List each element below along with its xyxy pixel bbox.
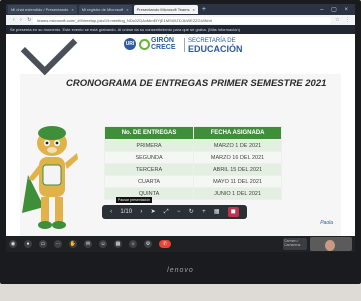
- table-row: SEGUNDA MARZO 16 DEL 2021: [103, 151, 282, 164]
- column-header: FECHA ASIGNADA: [193, 126, 282, 140]
- recording-banner: Se presenta en su momento. Este evento s…: [6, 25, 355, 34]
- delivery-number: CUARTA: [103, 175, 195, 188]
- close-icon[interactable]: ×: [126, 7, 128, 12]
- chevron-graphic: [20, 34, 78, 76]
- mic-icon[interactable]: ●: [24, 240, 32, 248]
- share-screen-icon[interactable]: ▭: [39, 240, 47, 248]
- browser-tab-3[interactable]: Presentando Microsoft Teams ×: [133, 5, 198, 14]
- browser-tab-1[interactable]: Mi chat extendido / Presentando ×: [8, 5, 77, 14]
- previous-slide-icon[interactable]: ‹: [110, 207, 112, 217]
- laptop-screen: Mi chat extendido / Presentando × Mi regi…: [6, 4, 355, 252]
- delivery-date: MARZO 16 DEL 2021: [193, 151, 282, 164]
- giron-crece-logo: GIRÓN CRECE: [151, 37, 176, 51]
- delivery-date: ABRIL 15 DEL 2021: [193, 163, 282, 176]
- delivery-date: MARZO 1 DE 2021: [193, 139, 282, 152]
- delivery-number: TERCERA: [103, 163, 195, 176]
- fit-screen-icon[interactable]: ⤢: [164, 207, 169, 217]
- desk-surface: [0, 284, 361, 301]
- presentation-slide: URI GIRÓN CRECE SECRETARÍA DE EDUCACIÓN …: [20, 34, 341, 236]
- schedule-table: No. DE ENTREGAS FECHA ASIGNADA PRIMERA M…: [103, 126, 282, 200]
- star-icon[interactable]: ☆ ⋮: [335, 17, 352, 23]
- leave-call-button[interactable]: ✆: [159, 240, 171, 248]
- address-bar: ‹ › ↻ teams.microsoft.com/_#/l/meetup-jo…: [6, 15, 355, 25]
- chat-icon[interactable]: ✉: [84, 240, 92, 248]
- layout-icon[interactable]: ▦: [114, 240, 122, 248]
- camera-icon[interactable]: ◉: [9, 240, 17, 248]
- stop-sharing-icon[interactable]: ◼: [227, 207, 239, 217]
- control-tooltip: Pausar presentación: [116, 197, 153, 203]
- table-row: TERCERA ABRIL 15 DEL 2021: [103, 163, 282, 176]
- photo-frame: Mi chat extendido / Presentando × Mi regi…: [0, 0, 361, 301]
- delivery-date: JUNIO 1 DEL 2021: [193, 187, 282, 200]
- laptop-brand-logo: lenovo: [167, 267, 194, 274]
- delivery-number: PRIMERA: [103, 139, 195, 152]
- close-icon[interactable]: ×: [71, 7, 73, 12]
- zoom-out-icon[interactable]: −: [177, 207, 181, 217]
- refresh-icon[interactable]: ↻: [189, 207, 194, 217]
- page-indicator: 1/10: [120, 209, 133, 215]
- slide-title: CRONOGRAMA DE ENTREGAS PRIMER SEMESTRE 2…: [66, 78, 327, 89]
- secretaria-logo: SECRETARÍA DE EDUCACIÓN: [188, 38, 243, 54]
- more-options-icon[interactable]: ⋯: [54, 240, 62, 248]
- table-header-row: No. DE ENTREGAS FECHA ASIGNADA: [103, 126, 282, 140]
- delivery-date: MAYO 11 DEL 2021: [193, 175, 282, 188]
- url-input[interactable]: teams.microsoft.com/_#/l/meetup-join/19:…: [33, 16, 332, 24]
- column-header: No. DE ENTREGAS: [103, 126, 195, 140]
- slide-header: URI GIRÓN CRECE SECRETARÍA DE EDUCACIÓN: [20, 34, 341, 76]
- settings-icon[interactable]: ⚙: [144, 240, 152, 248]
- logo-seal: URI: [124, 38, 136, 50]
- logo-divider: [184, 38, 185, 52]
- table-row: PRIMERA MARZO 1 DE 2021: [103, 139, 282, 152]
- presenter-toolbar: ‹ 1/10 › ➤ ⤢ − ↻ + ▦ ◼: [102, 205, 247, 219]
- next-slide-icon[interactable]: ›: [140, 207, 142, 217]
- self-video-tile[interactable]: [310, 237, 352, 251]
- laptop-bezel: Mi chat extendido / Presentando × Mi regi…: [0, 0, 361, 284]
- nav-arrows-icon[interactable]: ‹ › ↻: [13, 17, 33, 23]
- table-row: CUARTA MAYO 11 DEL 2021: [103, 175, 282, 188]
- delivery-number: SEGUNDA: [103, 151, 195, 164]
- reactions-icon[interactable]: ☼: [129, 240, 137, 248]
- meeting-toolbar: ◉ ● ▭ ⋯ ✋ ✉ ☺ ▦ ☼ ⚙ ✆ Carmen / Camarena: [6, 236, 355, 252]
- mascot-illustration: [22, 126, 78, 229]
- raise-hand-icon[interactable]: ✋: [69, 240, 77, 248]
- close-icon[interactable]: ×: [192, 7, 194, 12]
- person-avatar: [325, 240, 335, 251]
- participants-icon[interactable]: ☺: [99, 240, 107, 248]
- grid-icon[interactable]: ▦: [214, 207, 220, 217]
- participant-tile[interactable]: Carmen / Camarena: [283, 238, 307, 250]
- pointer-icon[interactable]: ➤: [151, 207, 156, 217]
- browser-tab-bar: Mi chat extendido / Presentando × Mi regi…: [6, 4, 355, 15]
- giron-crece-mark: [139, 39, 150, 50]
- browser-tab-2[interactable]: Mi registro de Microsoft ×: [78, 5, 132, 14]
- footer-logo: Paola: [320, 220, 333, 226]
- zoom-in-icon[interactable]: +: [202, 207, 206, 217]
- window-controls[interactable]: – ▢ ×: [320, 6, 355, 13]
- new-tab-button[interactable]: +: [202, 5, 206, 14]
